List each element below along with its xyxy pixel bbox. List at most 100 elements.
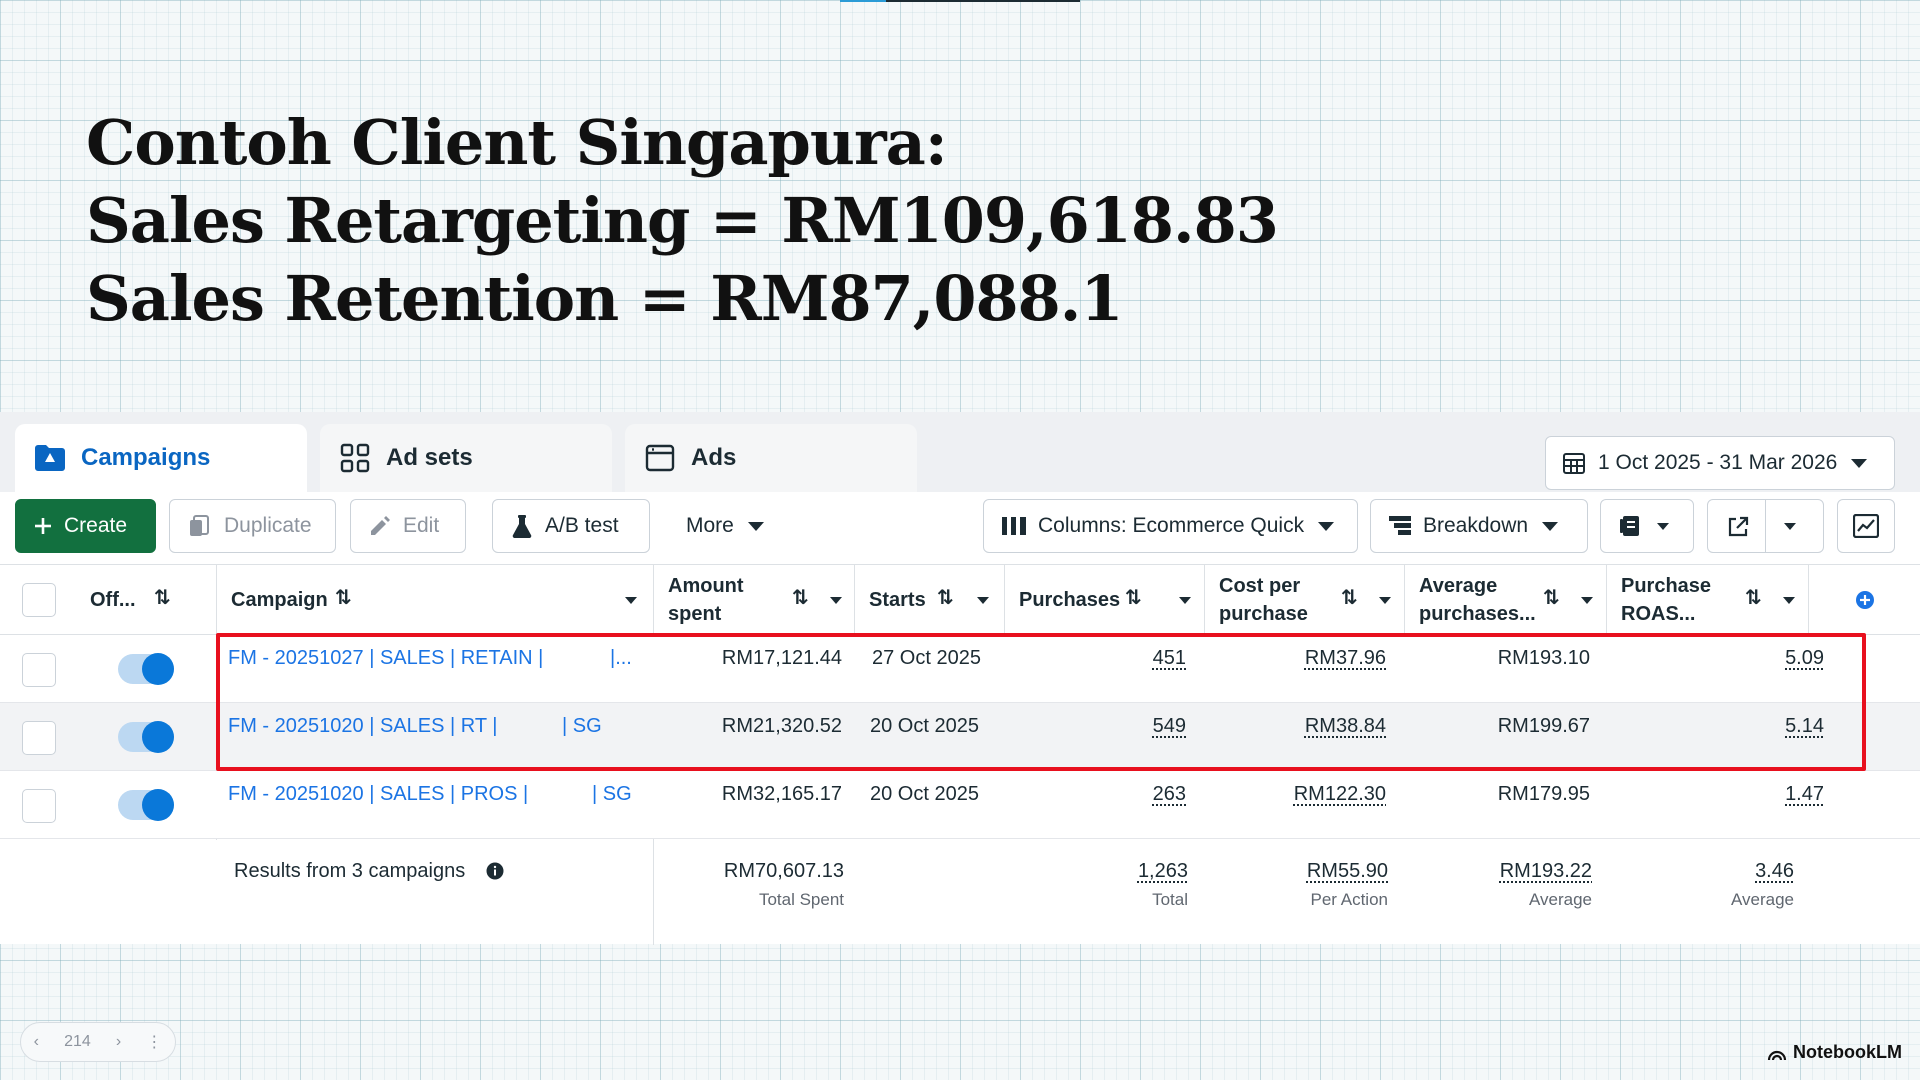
columns-button[interactable]: Columns: Ecommerce Quick xyxy=(983,499,1358,553)
chevron-left-icon[interactable]: ‹ xyxy=(34,1033,39,1051)
summary-purchases[interactable]: 1,263 xyxy=(1138,860,1188,883)
campaign-name-link[interactable]: FM - 20251020 | SALES | RT | xyxy=(228,715,497,738)
chevron-down-icon[interactable] xyxy=(1581,597,1593,604)
col-starts-label: Starts xyxy=(869,589,926,611)
report-icon xyxy=(1619,514,1643,538)
chevron-down-icon[interactable] xyxy=(1783,597,1795,604)
sort-icon[interactable]: ⇅ xyxy=(335,585,352,610)
cost-per-purchase-value[interactable]: RM38.84 xyxy=(1305,715,1386,738)
campaign-toggle[interactable] xyxy=(118,789,174,821)
toggle-knob xyxy=(142,653,174,685)
cost-per-purchase-value[interactable]: RM37.96 xyxy=(1305,647,1386,670)
col-header-average-purchases[interactable]: Average purchases... ⇅ xyxy=(1404,565,1606,635)
campaign-name-link[interactable]: FM - 20251020 | SALES | PROS | xyxy=(228,783,528,806)
sort-icon[interactable]: ⇅ xyxy=(1543,585,1560,610)
table-row[interactable]: FM - 20251020 | SALES | RT | | SG RM21,3… xyxy=(0,703,1920,771)
purchases-value[interactable]: 451 xyxy=(1153,647,1186,670)
col-amount-label-line-2: spent xyxy=(668,603,722,625)
cost-per-purchase-value[interactable]: RM122.30 xyxy=(1294,783,1386,806)
sort-icon[interactable]: ⇅ xyxy=(1125,585,1142,610)
tab-ad-sets[interactable]: Ad sets xyxy=(320,424,612,492)
amount-spent-value: RM32,165.17 xyxy=(721,783,842,805)
campaign-name-suffix[interactable]: | SG xyxy=(592,783,632,806)
slide-title-line-1: Contoh Client Singapura: xyxy=(86,106,948,179)
row-checkbox[interactable] xyxy=(22,789,56,823)
campaign-toggle[interactable] xyxy=(118,721,174,753)
duplicate-button[interactable]: Duplicate xyxy=(169,499,336,553)
campaigns-table: Off... ⇅ Campaign ⇅ Amount spent ⇅ Starts… xyxy=(0,564,1920,945)
campaign-name-link[interactable]: FM - 20251027 | SALES | RETAIN | xyxy=(228,647,543,670)
chevron-down-icon[interactable] xyxy=(1379,597,1391,604)
purchase-roas-value[interactable]: 5.09 xyxy=(1785,647,1824,670)
toggle-knob xyxy=(142,721,174,753)
select-all-checkbox[interactable] xyxy=(22,583,56,617)
ab-test-button[interactable]: A/B test xyxy=(492,499,650,553)
col-header-off[interactable]: Off... ⇅ xyxy=(76,565,216,635)
col-header-cost-per-purchase[interactable]: Cost per purchase ⇅ xyxy=(1204,565,1404,635)
chevron-down-icon[interactable] xyxy=(830,597,842,604)
tab-ad-sets-label: Ad sets xyxy=(386,444,473,471)
summary-cpp[interactable]: RM55.90 xyxy=(1307,860,1388,883)
tab-campaigns[interactable]: Campaigns xyxy=(15,424,307,492)
add-column-icon[interactable] xyxy=(1855,590,1875,610)
row-checkbox[interactable] xyxy=(22,653,56,687)
sort-icon[interactable]: ⇅ xyxy=(1745,585,1762,610)
sort-icon[interactable]: ⇅ xyxy=(1341,585,1358,610)
export-button[interactable] xyxy=(1707,499,1824,553)
chevron-down-icon[interactable] xyxy=(625,597,637,604)
tab-campaigns-label: Campaigns xyxy=(81,444,211,471)
table-row[interactable]: FM - 20251020 | SALES | PROS | | SG RM32… xyxy=(0,771,1920,839)
col-cpp-label-line-1: Cost per xyxy=(1219,575,1301,597)
summary-roas[interactable]: 3.46 xyxy=(1755,860,1794,883)
date-range-picker[interactable]: 1 Oct 2025 - 31 Mar 2026 xyxy=(1545,436,1895,490)
info-icon[interactable] xyxy=(486,862,504,885)
purchase-roas-value[interactable]: 1.47 xyxy=(1785,783,1824,806)
chevron-right-icon[interactable]: › xyxy=(116,1033,121,1051)
tab-ads[interactable]: Ads xyxy=(625,424,917,492)
col-header-campaign[interactable]: Campaign ⇅ xyxy=(216,565,653,635)
plus-icon xyxy=(34,517,52,535)
campaign-toggle[interactable] xyxy=(118,653,174,685)
toggle-knob xyxy=(142,789,174,821)
average-purchases-value: RM193.10 xyxy=(1497,647,1590,669)
starts-value: 27 Oct 2025 xyxy=(872,647,981,669)
edit-button[interactable]: Edit xyxy=(350,499,466,553)
sort-icon[interactable]: ⇅ xyxy=(937,585,954,610)
columns-icon xyxy=(1002,517,1026,535)
row-checkbox[interactable] xyxy=(22,721,56,755)
purchases-value[interactable]: 263 xyxy=(1153,783,1186,806)
purchase-roas-value[interactable]: 5.14 xyxy=(1785,715,1824,738)
sort-icon[interactable]: ⇅ xyxy=(154,585,171,610)
chevron-down-icon[interactable] xyxy=(1179,597,1191,604)
purchases-value[interactable]: 549 xyxy=(1153,715,1186,738)
columns-label: Columns: Ecommerce Quick xyxy=(1038,514,1305,537)
col-header-purchases[interactable]: Purchases ⇅ xyxy=(1004,565,1204,635)
col-header-amount-spent[interactable]: Amount spent ⇅ xyxy=(653,565,854,635)
amount-spent-value: RM21,320.52 xyxy=(721,715,842,737)
col-header-starts[interactable]: Starts ⇅ xyxy=(854,565,1004,635)
chevron-down-icon xyxy=(1851,458,1868,468)
col-header-add[interactable] xyxy=(1808,565,1920,635)
summary-avg[interactable]: RM193.22 xyxy=(1500,860,1592,883)
sort-icon[interactable]: ⇅ xyxy=(792,585,809,610)
top-accent-bar xyxy=(840,0,1080,2)
breakdown-button[interactable]: Breakdown xyxy=(1370,499,1588,553)
chevron-down-icon xyxy=(1784,523,1796,530)
ad-frame-icon xyxy=(643,443,677,473)
charts-button[interactable] xyxy=(1837,499,1895,553)
col-amount-label-line-1: Amount xyxy=(668,575,744,597)
campaign-name-suffix[interactable]: | SG xyxy=(562,715,602,738)
reports-button[interactable] xyxy=(1600,499,1694,553)
summary-purchases-sub: Total xyxy=(1152,890,1188,909)
table-row[interactable]: FM - 20251027 | SALES | RETAIN | |... RM… xyxy=(0,635,1920,703)
chevron-down-icon xyxy=(1657,522,1669,530)
more-vertical-icon[interactable]: ⋮ xyxy=(146,1032,162,1052)
external-link-icon xyxy=(1726,515,1750,545)
chevron-down-icon[interactable] xyxy=(977,597,989,604)
col-header-purchase-roas[interactable]: Purchase ROAS... ⇅ xyxy=(1606,565,1808,635)
create-button[interactable]: Create xyxy=(15,499,156,553)
more-button[interactable]: More xyxy=(667,499,785,553)
calendar-icon xyxy=(1562,451,1586,475)
create-label: Create xyxy=(64,514,128,537)
campaign-name-suffix[interactable]: |... xyxy=(610,647,632,670)
